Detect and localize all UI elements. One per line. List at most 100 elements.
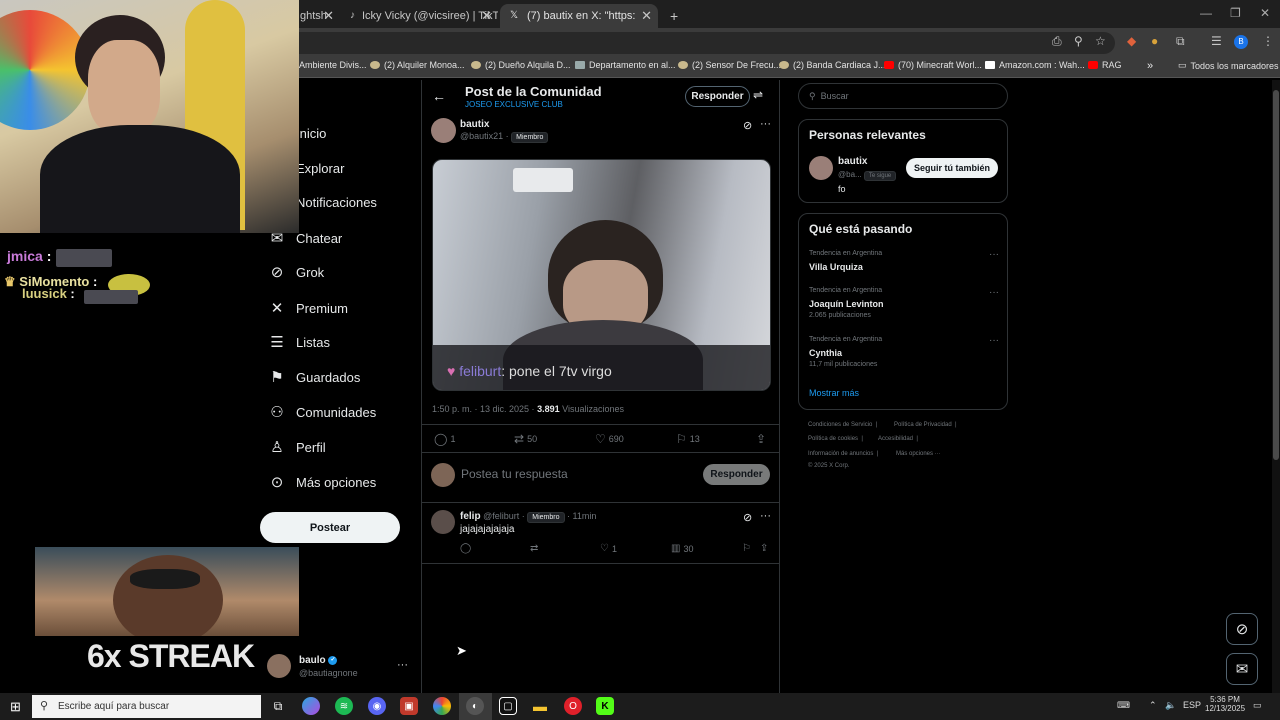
zoom-icon[interactable]: ⚲	[1074, 34, 1083, 48]
views-action[interactable]: ▥ 30	[671, 543, 693, 554]
follow-button[interactable]: Seguir tú también	[906, 158, 998, 178]
header-reply-button[interactable]: Responder	[685, 86, 750, 107]
reply-submit-button[interactable]: Responder	[703, 464, 770, 485]
bookmark-item[interactable]: Amazon.com : Wah...	[985, 60, 1085, 70]
language-indicator[interactable]: ESP	[1183, 700, 1201, 710]
reply-action[interactable]: ◯ 1	[434, 432, 455, 446]
more-icon[interactable]: ···	[989, 335, 999, 346]
nav-premium[interactable]: ✕ Premium	[268, 296, 348, 320]
opera-icon[interactable]: O	[564, 697, 582, 715]
close-icon[interactable]: ✕	[323, 8, 334, 24]
bookmark-item[interactable]: RAG	[1088, 60, 1122, 70]
bookmark-action[interactable]: ⚐ 13	[676, 432, 700, 446]
keyboard-icon[interactable]: ⌨	[1117, 700, 1130, 711]
folder-icon[interactable]: ▬	[531, 697, 549, 715]
profile-avatar[interactable]: B	[1234, 35, 1248, 49]
community-name[interactable]: JOSEO EXCLUSIVE CLUB	[465, 100, 563, 109]
trend-name[interactable]: Cynthia	[809, 348, 842, 358]
obs-icon[interactable]: ◐	[466, 697, 484, 715]
close-icon[interactable]: ✕	[641, 8, 652, 24]
grok-icon[interactable]: ⊘	[743, 119, 752, 132]
new-tab-button[interactable]: +	[662, 4, 682, 28]
show-more-link[interactable]: Mostrar más	[809, 388, 859, 398]
reply-input[interactable]: Postea tu respuesta	[461, 467, 568, 481]
chevron-up-icon[interactable]: ⌃	[1149, 700, 1157, 711]
install-icon[interactable]: ⎙	[1052, 34, 1062, 49]
minimize-icon[interactable]: —	[1200, 6, 1212, 20]
copilot-icon[interactable]	[302, 697, 320, 715]
bookmark-item[interactable]: Ambiente Divis...	[299, 60, 367, 70]
tab-search-icon[interactable]: ☰	[1211, 34, 1222, 48]
footer-link[interactable]: Condiciones de Servicio |	[808, 422, 879, 428]
nav-communities[interactable]: ⚇ Comunidades	[268, 400, 376, 424]
taskbar-search[interactable]: ⚲ Escribe aquí para buscar	[32, 695, 261, 718]
trend-name[interactable]: Villa Urquiza	[809, 262, 863, 272]
nav-bookmarks[interactable]: ⚑ Guardados	[268, 365, 360, 389]
bookmarks-overflow-icon[interactable]: »	[1147, 60, 1153, 72]
trend-name[interactable]: Joaquín Levinton	[809, 299, 884, 309]
extensions-icon[interactable]: ⧉	[1176, 34, 1185, 49]
bookmarks-folder[interactable]: ▭ Todos los marcadores	[1178, 60, 1279, 71]
nav-more[interactable]: ⊙ Más opciones	[268, 470, 377, 494]
star-icon[interactable]: ☆	[1095, 34, 1106, 48]
reply-action[interactable]: ◯	[460, 543, 471, 554]
more-icon[interactable]: ···	[397, 659, 408, 671]
chrome-icon[interactable]	[433, 697, 451, 715]
footer-link[interactable]: Más opciones ···	[896, 451, 941, 457]
grok-float-button[interactable]: ⊘	[1226, 613, 1258, 645]
task-view-icon[interactable]: ⧉	[269, 697, 287, 715]
messages-float-button[interactable]: ✉	[1226, 653, 1258, 685]
windows-start-icon[interactable]: ⊞	[10, 699, 21, 715]
grok-icon[interactable]: ⊘	[743, 511, 752, 524]
app-icon[interactable]: ▢	[499, 697, 517, 715]
bookmark-item[interactable]: (70) Minecraft Worl...	[884, 60, 982, 70]
repost-action[interactable]: ⇄	[530, 543, 538, 554]
kick-icon[interactable]: K	[596, 697, 614, 715]
more-icon[interactable]: ···	[989, 287, 999, 298]
bookmark-item[interactable]: (2) Dueño Alquila D...	[471, 60, 571, 70]
menu-icon[interactable]: ⋮	[1262, 34, 1274, 48]
close-window-icon[interactable]: ✕	[1260, 6, 1270, 20]
footer-link[interactable]: Política de cookies |	[808, 436, 865, 442]
footer-link[interactable]: Accesibilidad |	[878, 436, 918, 442]
post-button[interactable]: Postear	[260, 512, 400, 543]
tab-3[interactable]: 𝕏 (7) bautix en X: "https://t.co/jov ✕	[500, 4, 658, 28]
like-action[interactable]: ♡ 1	[600, 543, 617, 554]
maximize-icon[interactable]: ❐	[1230, 6, 1241, 20]
footer-link[interactable]: Información de anuncios |	[808, 451, 880, 457]
bookmark-item[interactable]: (2) Banda Cardiaca J...	[779, 60, 886, 70]
scrollbar[interactable]	[1272, 80, 1280, 693]
post-media[interactable]: ♥ feliburt: pone el 7tv virgo	[432, 159, 771, 391]
extension-icon[interactable]: ●	[1151, 34, 1158, 48]
spotify-icon[interactable]: ≋	[335, 697, 353, 715]
more-icon[interactable]: ···	[989, 249, 999, 260]
notifications-icon[interactable]: ▭	[1253, 700, 1262, 711]
sliders-icon[interactable]: ⇌	[753, 88, 763, 102]
bookmark-item[interactable]: (2) Alquiler Monoa...	[370, 60, 465, 70]
person-name[interactable]: bautix	[838, 156, 867, 167]
more-icon[interactable]: ···	[760, 510, 771, 522]
post-author[interactable]: bautix	[460, 119, 489, 130]
search-input[interactable]: ⚲ Buscar	[798, 83, 1008, 109]
avatar[interactable]	[431, 118, 456, 143]
scrollbar-thumb[interactable]	[1273, 90, 1279, 460]
close-icon[interactable]: ✕	[481, 8, 492, 24]
like-action[interactable]: ♡ 690	[595, 432, 624, 446]
extension-icon[interactable]: ◆	[1127, 34, 1136, 48]
footer-link[interactable]: Política de Privacidad |	[894, 422, 957, 428]
discord-icon[interactable]: ◉	[368, 697, 386, 715]
app-icon[interactable]: ▣	[400, 697, 418, 715]
tab-1[interactable]: ghtsh ✕	[292, 4, 340, 28]
avatar[interactable]	[267, 654, 291, 678]
nav-profile[interactable]: ♙ Perfil	[268, 435, 325, 459]
nav-grok[interactable]: ⊘ Grok	[268, 260, 324, 284]
avatar[interactable]	[809, 156, 833, 180]
share-action[interactable]: ⇪	[756, 432, 766, 446]
bookmark-action[interactable]: ⚐	[742, 543, 751, 554]
clock[interactable]: 5:36 PM 12/13/2025	[1205, 695, 1245, 713]
bookmark-item[interactable]: Departamento en al...	[575, 60, 676, 70]
nav-lists[interactable]: ☰ Listas	[268, 330, 330, 354]
avatar[interactable]	[431, 510, 455, 534]
more-icon[interactable]: ···	[760, 118, 771, 130]
tab-2[interactable]: ♪ Icky Vicky (@vicsiree) | TikTok ✕	[342, 4, 498, 28]
